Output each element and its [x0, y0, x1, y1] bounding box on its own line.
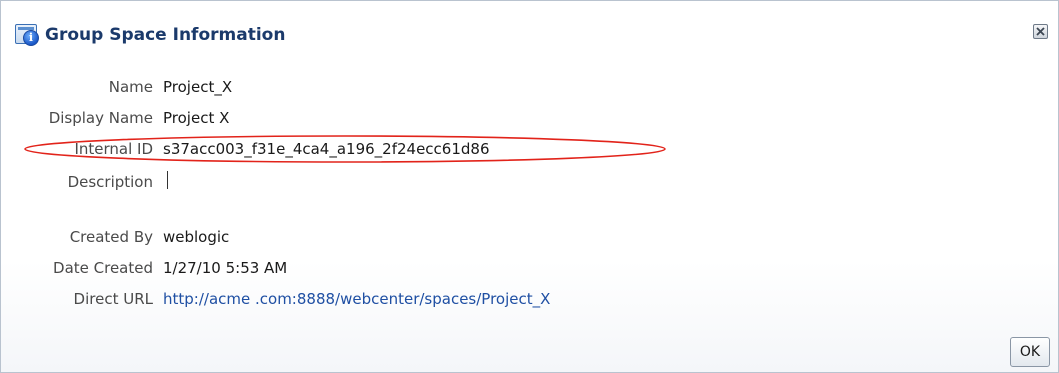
- info-icon: i: [15, 24, 39, 46]
- created-by-label: Created By: [69, 228, 153, 246]
- display-name-value: Project X: [163, 109, 230, 127]
- created-by-row: Created By weblogic: [1, 226, 230, 248]
- created-by-value: weblogic: [163, 228, 230, 246]
- name-label: Name: [108, 78, 153, 96]
- group-space-info-dialog: i Group Space Information Name Project_X…: [0, 0, 1059, 373]
- description-value: [163, 171, 168, 193]
- direct-url-link[interactable]: http://acme .com:8888/webcenter/spaces/P…: [163, 290, 550, 308]
- description-label: Description: [67, 173, 153, 191]
- date-created-value: 1/27/10 5:53 AM: [163, 259, 288, 277]
- display-name-label: Display Name: [48, 109, 153, 127]
- display-name-row: Display Name Project X: [1, 107, 230, 129]
- text-caret: [167, 171, 168, 189]
- name-value: Project_X: [163, 78, 233, 96]
- dialog-title: Group Space Information: [45, 25, 286, 45]
- close-icon: [1036, 27, 1045, 36]
- internal-id-label: Internal ID: [74, 140, 153, 158]
- date-created-label: Date Created: [53, 259, 153, 277]
- direct-url-label: Direct URL: [73, 290, 153, 308]
- internal-id-value: s37acc003_f31e_4ca4_a196_2f24ecc61d86: [163, 140, 490, 158]
- ok-button[interactable]: OK: [1010, 337, 1050, 367]
- internal-id-row: Internal ID s37acc003_f31e_4ca4_a196_2f2…: [1, 138, 490, 160]
- description-row: Description: [1, 171, 168, 193]
- direct-url-row: Direct URL http://acme .com:8888/webcent…: [1, 288, 551, 310]
- close-button[interactable]: [1033, 24, 1048, 39]
- date-created-row: Date Created 1/27/10 5:53 AM: [1, 257, 287, 279]
- name-row: Name Project_X: [1, 76, 232, 98]
- dialog-header: i Group Space Information: [15, 23, 285, 47]
